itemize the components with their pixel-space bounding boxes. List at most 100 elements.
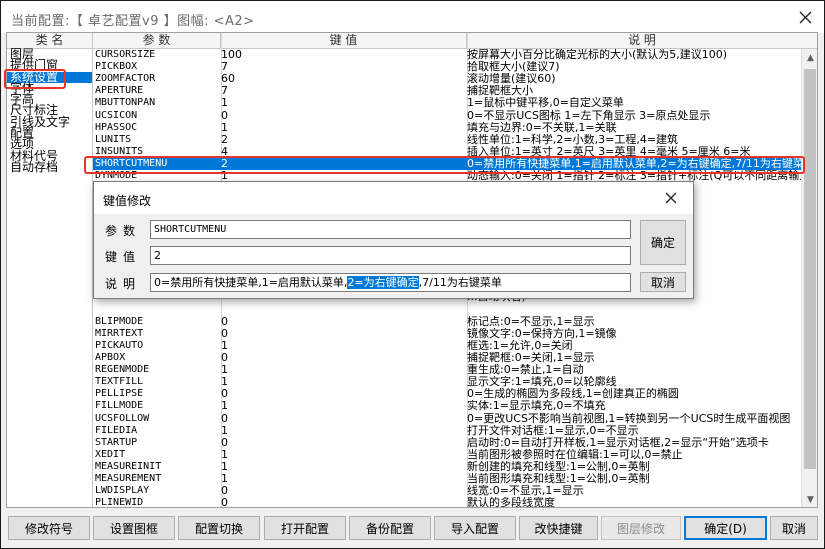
value-cell: 1 [221,97,228,109]
backup-config-button[interactable]: 备份配置 [349,516,431,540]
table-row[interactable]: APBOX 0 捕捉靶框:0=关闭,1=显示 [93,352,801,364]
desc-cell: 动态输入:0=关闭 1=指针 2=标注 3=指针+标注(Q可以不同距离输入) [467,170,803,182]
cancel-button[interactable]: 取消 [770,516,818,540]
desc-cell: 显示文字:1=填充,0=以轮廓线 [467,376,617,388]
param-cell: APBOX [95,352,126,363]
column-header-desc: 说 明 [467,33,817,49]
switch-config-button[interactable]: 配置切换 [178,516,260,540]
param-cell: LUNITS [95,133,132,145]
param-cell: CURSORSIZE [95,49,156,60]
edit-symbol-button[interactable]: 修改符号 [8,516,90,540]
desc-cell: 填充与边界:0=不关联,1=关联 [467,121,617,133]
scroll-thumb[interactable] [804,69,816,469]
value-cell: 0 [221,497,228,508]
desc-cell: 0=生成的椭圆为多段线,1=创建真正的椭圆 [467,388,679,400]
table-row[interactable]: MEASUREINIT 1 新创建的填充和线型:1=公制,0=英制 [93,461,801,473]
value-cell: 2 [221,158,228,170]
value-cell: 7 [221,85,228,97]
table-row[interactable]: PLINEWID 0 默认的多段线宽度 [93,497,801,508]
param-cell: HPASSOC [95,121,138,133]
edit-value-dialog: 键值修改 参数 SHORTCUTMENU 键值 2 说明 0=禁用所有快捷菜单,… [93,181,694,299]
window-close-button[interactable] [791,5,819,29]
table-row[interactable]: CURSORSIZE 100 按屏幕大小百分比确定光标的大小(默认为5,建议100) [93,49,801,61]
param-cell: PELLIPSE [95,388,144,400]
desc-cell: 镜像文字:0=保持方向,1=镜像 [467,327,617,339]
desc-cell: 重生成:0=禁止,1=自动 [467,364,584,376]
param-cell: ZOOMFACTOR [95,73,156,85]
table-row[interactable]: MEASUREMENT 1 当前图形填充和线型:1=公制,0=英制 [93,473,801,485]
value-cell: 1 [221,364,228,376]
desc-cell: 新创建的填充和线型:1=公制,0=英制 [467,461,650,473]
table-row[interactable]: PICKAUTO 1 框选:1=允许,0=关闭 [93,340,801,352]
value-field[interactable]: 2 [150,246,631,265]
table-row[interactable] [93,304,801,316]
table-row[interactable]: UCSFOLLOW 0 0=更改UCS不影响当前视图,1=转换到另一个UCS时生成平… [93,413,801,425]
table-row[interactable]: HPASSOC 1 填充与边界:0=不关联,1=关联 [93,122,801,134]
desc-field[interactable]: 0=禁用所有快捷菜单,1=启用默认菜单,2=为右键确定,7/11为右键菜单 [150,273,631,292]
desc-label: 说明 [105,277,142,291]
param-cell: PLINEWID [95,497,144,508]
scroll-down-icon[interactable]: ▼ [802,491,817,507]
param-cell: INSUNITS [95,145,144,157]
table-row[interactable]: MBUTTONPAN 1 1=鼠标中键平移,0=自定义菜单 [93,97,801,109]
table-row[interactable]: LWDISPLAY 0 线宽:0=不显示,1=显示 [93,485,801,497]
desc-cell: 1=鼠标中键平移,0=自定义菜单 [467,97,624,109]
dialog-ok-button[interactable]: 确定 [640,220,686,265]
desc-cell: 捕捉靶框大小 [467,85,533,97]
desc-cell: 实体:1=显示填充,0=不填充 [467,400,606,412]
desc-cell: 框选:1=允许,0=关闭 [467,339,573,351]
table-row[interactable]: PELLIPSE 0 0=生成的椭圆为多段线,1=创建真正的椭圆 [93,388,801,400]
table-row[interactable]: MIRRTEXT 0 镜像文字:0=保持方向,1=镜像 [93,328,801,340]
value-cell: 0 [221,109,228,121]
value-cell: 1 [221,170,228,182]
value-cell: 2 [221,133,228,145]
param-cell: LWDISPLAY [95,485,150,497]
scroll-up-icon[interactable]: ▲ [802,49,817,66]
table-row[interactable]: XEDIT 1 当前图形被参照时在位编辑:1=可以,0=禁止 [93,449,801,461]
import-config-button[interactable]: 导入配置 [434,516,516,540]
desc-cell: 启动时:0=自动打开样板,1=显示对话框,2=显示“开始”选项卡 [467,436,769,448]
value-cell: 1 [221,461,228,473]
table-row[interactable]: STARTUP 0 启动时:0=自动打开样板,1=显示对话框,2=显示“开始”选项卡 [93,437,801,449]
ok-button[interactable]: 确定(D) [684,516,767,540]
table-row[interactable]: PICKBOX 7 拾取框大小(建议7) [93,61,801,73]
table-row[interactable]: APERTURE 7 捕捉靶框大小 [93,85,801,97]
table-row[interactable]: SHORTCUTMENU 2 0=禁用所有快捷菜单,1=启用默认菜单,2=为右键确定… [93,158,803,171]
dialog-title: 键值修改 [103,194,152,208]
vertical-scrollbar[interactable]: ▲ ▼ [801,49,817,507]
table-row[interactable]: LUNITS 2 线性单位:1=科学,2=小数,3=工程,4=建筑 [93,134,801,146]
table-row[interactable]: UCSICON 0 0=不显示UCS图标 1=左下角显示 3=原点处显示 [93,110,801,122]
bottom-toolbar: 修改符号 设置图框 配置切换 打开配置 备份配置 导入配置 改快捷键 图层修改 确定(D) 取消 [0,512,825,542]
value-cell: 0 [221,436,228,448]
category-item[interactable]: 自动存档 [7,161,92,173]
value-cell: 1 [221,121,228,133]
value-cell: 0 [221,315,228,327]
param-cell: MBUTTONPAN [95,97,156,109]
table-row[interactable]: BLIPMODE 0 标记点:0=不显示,1=显示 [93,316,801,328]
table-row[interactable]: TEXTFILL 1 显示文字:1=填充,0=以轮廓线 [93,376,801,388]
table-row[interactable]: FILEDIA 1 打开文件对话框:1=显示,0=不显示 [93,425,801,437]
desc-cell: 按屏幕大小百分比确定光标的大小(默认为5,建议100) [467,49,728,60]
edit-shortcut-button[interactable]: 改快捷键 [519,516,598,540]
param-cell: APERTURE [95,85,144,97]
desc-text-selected: 2=为右键确定 [347,276,419,289]
param-cell: BLIPMODE [95,315,144,327]
table-row[interactable]: INSUNITS 4 插入单位:1=英寸 2=英尺 3=英里 4=毫米 5=厘米 6… [93,146,801,158]
layer-edit-button[interactable]: 图层修改 [601,516,681,540]
dialog-cancel-button[interactable]: 取消 [640,272,686,292]
dialog-title-bar: 键值修改 [94,182,693,214]
frame-setup-button[interactable]: 设置图框 [93,516,175,540]
table-row[interactable]: ZOOMFACTOR 60 滚动增量(建议60) [93,73,801,85]
value-label: 键值 [105,250,142,264]
table-row[interactable]: FILLMODE 1 实体:1=显示填充,0=不填充 [93,400,801,412]
param-cell: XEDIT [95,448,126,460]
title-bar: 当前配置:【 卓艺配置v9 】图幅: <A2> [1,1,824,33]
open-config-button[interactable]: 打开配置 [264,516,346,540]
param-field[interactable]: SHORTCUTMENU [150,220,631,239]
param-cell: UCSFOLLOW [95,412,150,424]
value-cell: 100 [221,49,242,60]
desc-cell: 0=不显示UCS图标 1=左下角显示 3=原点处显示 [467,109,711,121]
close-icon[interactable] [664,191,678,205]
table-row[interactable]: REGENMODE 1 重生成:0=禁止,1=自动 [93,364,801,376]
desc-cell: 当前图形被参照时在位编辑:1=可以,0=禁止 [467,448,683,460]
